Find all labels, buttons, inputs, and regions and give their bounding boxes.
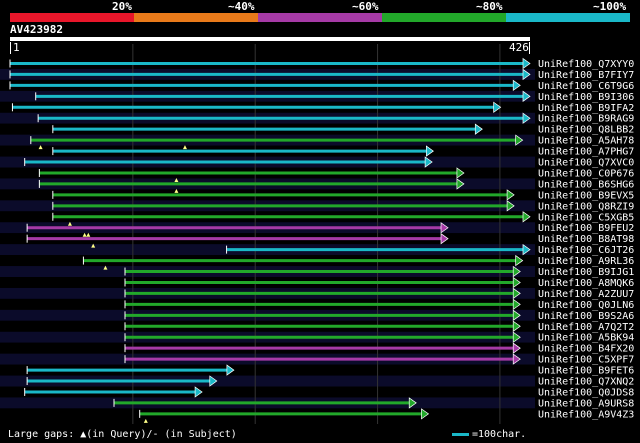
hit-label[interactable]: UniRef100_B9IJG1 (538, 267, 634, 278)
hit-label[interactable]: UniRef100_C6JT26 (538, 245, 634, 256)
hit-label[interactable]: UniRef100_A5AH78 (538, 136, 634, 147)
hit-label[interactable]: UniRef100_B9FEU2 (538, 223, 634, 234)
hit-label[interactable]: UniRef100_A2ZUU7 (538, 289, 634, 300)
scale-legend: =100char. (452, 429, 526, 440)
large-gaps-legend: Large gaps: ▲(in Query)/- (in Subject) (8, 429, 237, 440)
hit-label[interactable]: UniRef100_A9URS8 (538, 398, 634, 409)
hit-label[interactable]: UniRef100_A9RL36 (538, 256, 634, 267)
hit-label[interactable]: UniRef100_B9S2A6 (538, 311, 634, 322)
hit-label[interactable]: UniRef100_A7Q2T2 (538, 322, 634, 333)
hit-label[interactable]: UniRef100_Q7XVC0 (538, 158, 634, 169)
alignment-chart: UniRef100_Q7XYY0UniRef100_B7FIY7UniRef10… (0, 44, 634, 424)
hit-label[interactable]: UniRef100_Q7XNQ2 (538, 377, 634, 388)
hit-label[interactable]: UniRef100_B9RAG9 (538, 114, 634, 125)
hit-label[interactable]: UniRef100_A9V4Z3 (538, 409, 634, 420)
hit-label[interactable]: UniRef100_B6SHG6 (538, 179, 634, 190)
hit-label[interactable]: UniRef100_C0P676 (538, 168, 634, 179)
hit-label[interactable]: UniRef100_B7FIY7 (538, 70, 634, 81)
hit-label[interactable]: UniRef100_B9EVX5 (538, 190, 634, 201)
scale-swatch (452, 432, 469, 436)
hit-label[interactable]: UniRef100_B9FET6 (538, 366, 634, 377)
query-gap-marker (143, 418, 148, 423)
hit-label[interactable]: UniRef100_A8MQK6 (538, 278, 634, 289)
hit-label[interactable]: UniRef100_Q8RZI9 (538, 201, 634, 212)
hit-label[interactable]: UniRef100_Q0JDS8 (538, 387, 634, 398)
hit-label[interactable]: UniRef100_Q7XYY0 (538, 59, 634, 70)
hit-label[interactable]: UniRef100_C5XPF7 (538, 355, 634, 366)
hit-label[interactable]: UniRef100_B9I306 (538, 92, 634, 103)
hit-label[interactable]: UniRef100_B4FX20 (538, 344, 634, 355)
hit-label[interactable]: UniRef100_C5XGB5 (538, 212, 634, 223)
hit-label[interactable]: UniRef100_C6T9G6 (538, 81, 634, 92)
hit-label[interactable]: UniRef100_Q0JLN6 (538, 300, 634, 311)
hit-label[interactable]: UniRef100_Q8LBB2 (538, 125, 634, 136)
hit-label[interactable]: UniRef100_B9IFA2 (538, 103, 634, 114)
scale-legend-text: =100char. (472, 429, 527, 440)
hit-label[interactable]: UniRef100_A5BK94 (538, 333, 634, 344)
hit-label[interactable]: UniRef100_B8AT98 (538, 234, 634, 245)
hit-label[interactable]: UniRef100_A7PHG7 (538, 147, 634, 158)
